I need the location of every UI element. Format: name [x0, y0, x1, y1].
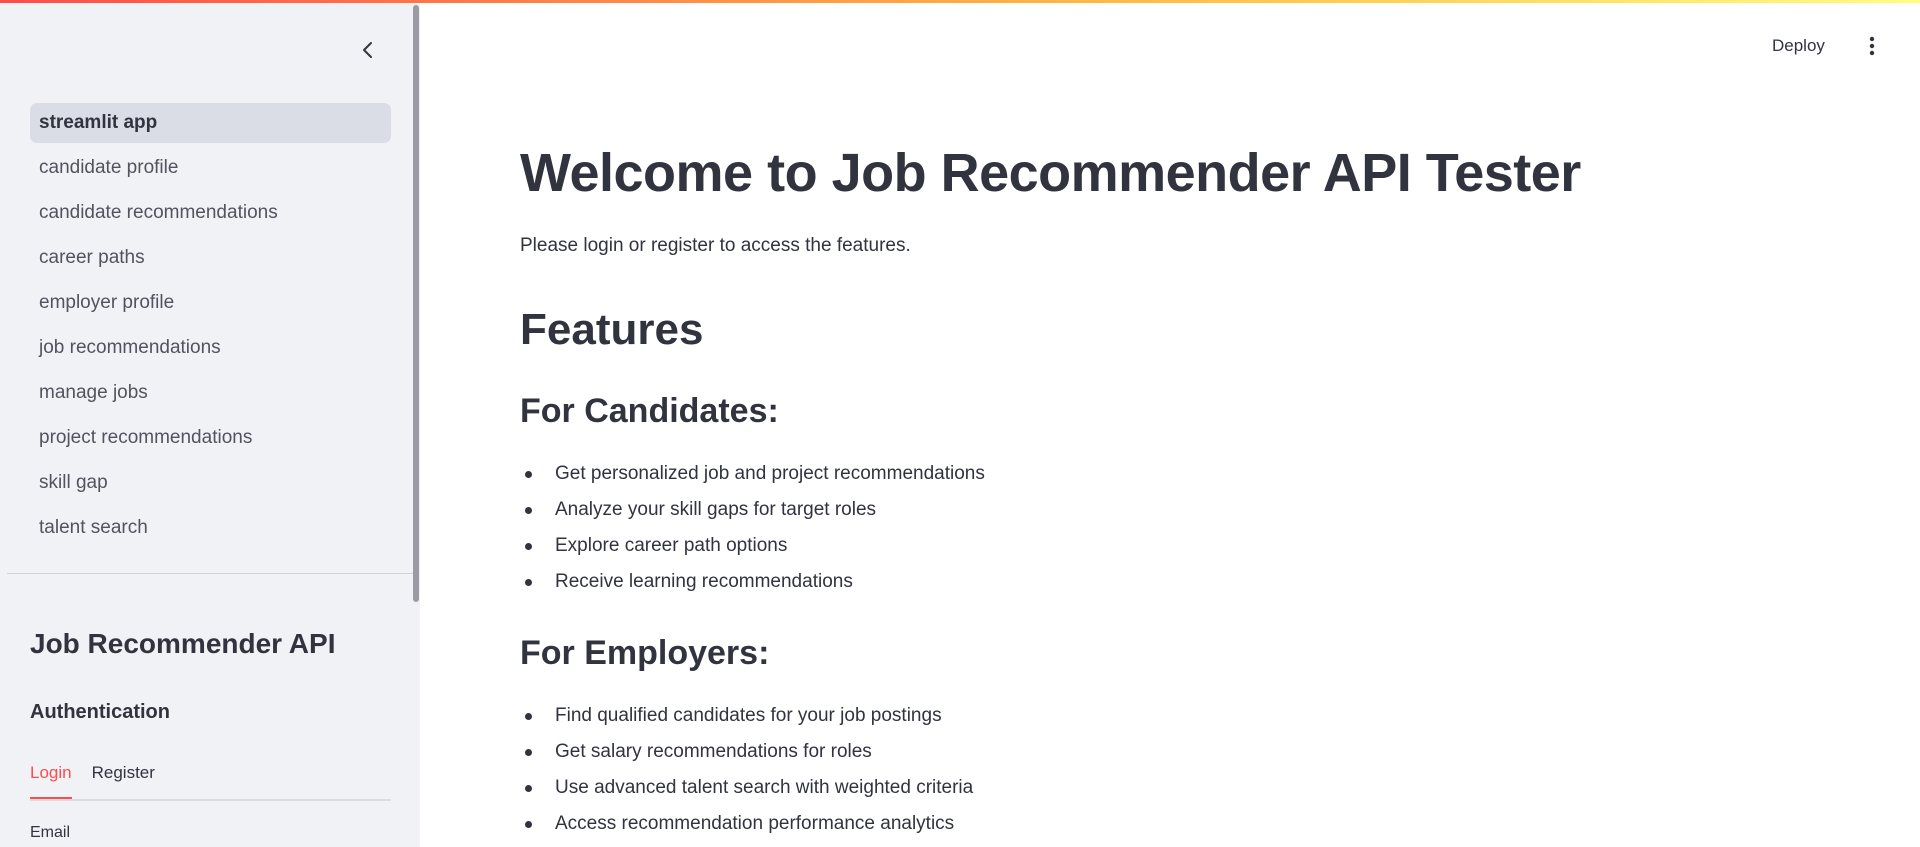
bullet-icon — [525, 712, 532, 720]
bullet-icon — [525, 542, 532, 550]
list-item: Explore career path options — [520, 528, 985, 564]
nav-item-label: project recommendations — [39, 427, 253, 448]
nav-item-career-paths[interactable]: career paths — [30, 238, 391, 278]
deploy-button[interactable]: Deploy — [1772, 30, 1825, 62]
top-decoration-bar — [0, 0, 1920, 3]
sidebar-divider — [7, 573, 413, 574]
nav-item-label: candidate profile — [39, 157, 179, 178]
nav-item-label: candidate recommendations — [39, 202, 278, 223]
list-item-text: Receive learning recommendations — [555, 571, 853, 592]
nav-item-project-recommendations[interactable]: project recommendations — [30, 418, 391, 458]
nav-item-skill-gap[interactable]: skill gap — [30, 463, 391, 503]
bullet-icon — [525, 470, 532, 478]
bullet-icon — [525, 748, 532, 756]
nav-item-job-recommendations[interactable]: job recommendations — [30, 328, 391, 368]
list-item-text: Access recommendation performance analyt… — [555, 813, 955, 834]
employers-feature-list: Find qualified candidates for your job p… — [520, 698, 973, 842]
nav-item-manage-jobs[interactable]: manage jobs — [30, 373, 391, 413]
intro-text: Please login or register to access the f… — [520, 235, 911, 256]
nav-item-label: employer profile — [39, 292, 175, 313]
list-item: Use advanced talent search with weighted… — [520, 770, 973, 806]
candidates-heading: For Candidates: — [520, 392, 779, 430]
bullet-icon — [525, 820, 532, 828]
sidebar-nav: streamlit app candidate profile candidat… — [30, 103, 391, 553]
list-item-text: Analyze your skill gaps for target roles — [555, 499, 877, 520]
nav-item-label: talent search — [39, 517, 148, 538]
list-item-text: Use advanced talent search with weighted… — [555, 777, 974, 798]
nav-item-candidate-profile[interactable]: candidate profile — [30, 148, 391, 188]
nav-item-label: manage jobs — [39, 382, 148, 403]
candidates-feature-list: Get personalized job and project recomme… — [520, 456, 985, 600]
list-item: Get salary recommendations for roles — [520, 734, 973, 770]
auth-tabs: Login Register — [30, 759, 391, 801]
nav-item-employer-profile[interactable]: employer profile — [30, 283, 391, 323]
sidebar: streamlit app candidate profile candidat… — [0, 0, 420, 847]
nav-item-streamlit-app[interactable]: streamlit app — [30, 103, 391, 143]
collapse-sidebar-button[interactable] — [356, 38, 380, 62]
list-item: Access recommendation performance analyt… — [520, 806, 973, 842]
employers-heading: For Employers: — [520, 634, 770, 672]
authentication-heading: Authentication — [30, 701, 170, 723]
list-item-text: Get salary recommendations for roles — [555, 741, 872, 762]
bullet-icon — [525, 506, 532, 514]
nav-item-label: streamlit app — [39, 112, 158, 133]
list-item-text: Get personalized job and project recomme… — [555, 463, 985, 484]
nav-item-label: skill gap — [39, 472, 108, 493]
nav-item-talent-search[interactable]: talent search — [30, 508, 391, 548]
page-title: Welcome to Job Recommender API Tester — [520, 143, 1581, 203]
sidebar-title: Job Recommender API — [30, 628, 336, 659]
features-heading: Features — [520, 305, 704, 354]
kebab-menu-icon — [1869, 36, 1875, 56]
list-item: Receive learning recommendations — [520, 564, 985, 600]
list-item: Get personalized job and project recomme… — [520, 456, 985, 492]
list-item-text: Find qualified candidates for your job p… — [555, 705, 942, 726]
sidebar-scrollbar[interactable] — [413, 5, 419, 602]
bullet-icon — [525, 578, 532, 586]
nav-item-candidate-recommendations[interactable]: candidate recommendations — [30, 193, 391, 233]
bullet-icon — [525, 784, 532, 792]
list-item-text: Explore career path options — [555, 535, 788, 556]
main-menu-button[interactable] — [1860, 32, 1884, 60]
nav-item-label: job recommendations — [39, 337, 221, 358]
chevron-left-icon — [363, 42, 372, 58]
tab-login[interactable]: Login — [30, 759, 72, 799]
list-item: Find qualified candidates for your job p… — [520, 698, 973, 734]
nav-item-label: career paths — [39, 247, 145, 268]
email-field-label: Email — [30, 824, 71, 841]
tab-register[interactable]: Register — [92, 759, 155, 797]
list-item: Analyze your skill gaps for target roles — [520, 492, 985, 528]
